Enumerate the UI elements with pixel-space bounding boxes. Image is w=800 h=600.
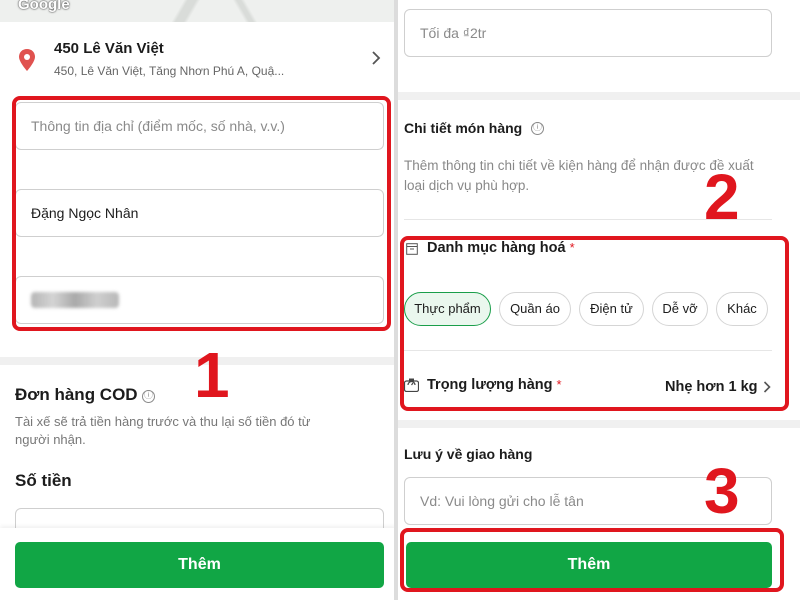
highlight-box-2 (400, 236, 789, 411)
info-icon[interactable]: ⓘ (142, 390, 155, 403)
item-details-title: Chi tiết món hàng (404, 120, 523, 136)
highlight-box-1 (12, 96, 391, 331)
location-pin-icon (19, 49, 35, 71)
annotation-number-2: 2 (704, 161, 740, 233)
delivery-note-placeholder: Vd: Vui lòng gửi cho lễ tân (420, 493, 584, 509)
bottom-button-bar: Thêm (0, 528, 396, 600)
cod-title: Đơn hàng COD (15, 385, 138, 404)
amount-label: Số tiền (15, 471, 72, 490)
pickup-address-row[interactable]: 450 Lê Văn Việt 450, Lê Văn Việt, Tăng N… (0, 22, 396, 88)
add-button[interactable]: Thêm (15, 542, 384, 588)
max-value-placeholder: Tối đa ₫2tr (420, 25, 487, 41)
max-value-input[interactable]: Tối đa ₫2tr (404, 9, 772, 57)
section-separator (398, 420, 800, 428)
highlight-box-3 (400, 528, 784, 592)
address-subtitle: 450, Lê Văn Việt, Tăng Nhơn Phú A, Quậ..… (54, 64, 285, 78)
delivery-note-title: Lưu ý về giao hàng (404, 446, 533, 462)
map-preview[interactable]: Google (0, 0, 396, 22)
info-icon[interactable]: ⓘ (531, 122, 544, 135)
annotation-number-3: 3 (704, 455, 740, 527)
section-separator (398, 92, 800, 100)
cod-description: Tài xế sẽ trả tiền hàng trước và thu lại… (15, 414, 311, 447)
address-title: 450 Lê Văn Việt (54, 40, 164, 57)
chevron-right-icon[interactable] (370, 50, 382, 66)
annotation-number-1: 1 (194, 339, 230, 411)
google-logo: Google (18, 0, 70, 13)
